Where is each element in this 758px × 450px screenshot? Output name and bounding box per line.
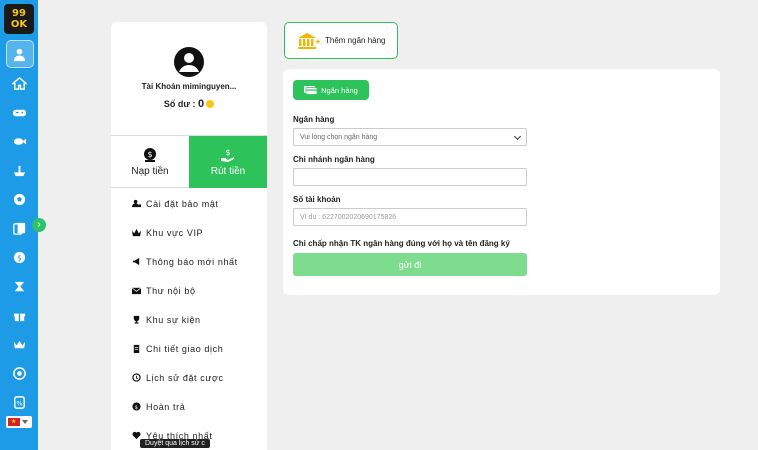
vip-icon[interactable] (0, 332, 38, 356)
account-number-input[interactable]: Ví dụ : 6227002020690175826 (293, 208, 527, 226)
deposit-icon: $ (144, 148, 156, 162)
menu-item-bet-history[interactable]: Lịch sử đặt cược (111, 363, 267, 392)
bank-add-icon (298, 32, 320, 49)
coin-icon (206, 100, 215, 108)
branch-label: Chi nhánh ngân hàng (293, 155, 375, 164)
clipboard-icon (133, 344, 140, 353)
trophy-icon (133, 315, 140, 324)
menu-item-transactions[interactable]: Chi tiết giao dịch (111, 334, 267, 363)
language-selector[interactable] (6, 416, 32, 428)
menu-label: Hoàn trả (146, 401, 186, 412)
balance-value: 0 (197, 98, 205, 110)
menu-item-events[interactable]: Khu sự kiện (111, 305, 267, 334)
gamepad-icon[interactable] (0, 100, 38, 124)
chevron-down-icon (22, 420, 28, 424)
chevron-down-icon (513, 132, 522, 141)
expand-sidebar-button[interactable]: › (32, 218, 46, 232)
bank-card-icon (304, 86, 318, 95)
tooltip: Duyệt qua lịch sử c (140, 439, 210, 448)
account-name: Tài Khoản miminguyen... (141, 82, 237, 91)
menu-item-vip[interactable]: Khu vực VIP (111, 218, 267, 247)
crown-icon (132, 228, 141, 237)
soccer-icon[interactable] (0, 187, 38, 211)
user-lock-icon (132, 199, 141, 208)
menu-label: Chi tiết giao dịch (146, 343, 224, 354)
brand-logo[interactable]: 99 OK (4, 4, 34, 34)
bank-tab-chip-label: Ngân hàng (321, 85, 358, 95)
svg-text:$: $ (147, 150, 152, 159)
support-icon[interactable] (0, 361, 38, 385)
withdraw-icon: $ (221, 148, 234, 162)
submit-button[interactable]: gửi đi (293, 253, 527, 276)
account-number-label: Số tài khoản (293, 195, 341, 204)
vietnam-flag-icon (8, 418, 20, 426)
add-bank-button[interactable]: Thêm ngân hàng (284, 22, 398, 59)
bank-label: Ngân hàng (293, 115, 335, 124)
home-icon[interactable] (0, 71, 38, 95)
menu-label: Thông báo mới nhất (146, 256, 238, 267)
boat-icon[interactable] (0, 158, 38, 182)
user-icon[interactable] (0, 40, 38, 68)
menu-label: Khu sự kiện (146, 314, 201, 325)
svg-text:$: $ (225, 148, 230, 157)
tab-deposit-label: Nạp tiền (131, 166, 169, 177)
menu-item-notifications[interactable]: Thông báo mới nhất (111, 247, 267, 276)
name-match-note: Chỉ chấp nhận TK ngân hàng đúng với họ v… (293, 239, 510, 248)
promo-icon[interactable]: % (0, 390, 38, 414)
coin-icon[interactable]: $ (0, 245, 38, 269)
svg-text:$: $ (135, 405, 139, 411)
tab-withdraw-label: Rút tiền (210, 166, 246, 177)
branch-input[interactable] (293, 168, 527, 186)
fish-icon[interactable] (0, 129, 38, 153)
avatar (174, 47, 204, 77)
add-bank-label: Thêm ngân hàng (325, 36, 386, 45)
bank-select[interactable]: Vui lòng chọn ngân hàng (293, 128, 527, 146)
menu-label: Lịch sử đặt cược (146, 372, 224, 383)
menu-label: Khu vực VIP (146, 227, 204, 238)
menu-item-refund[interactable]: $ Hoàn trả (111, 392, 267, 421)
bank-tab-chip[interactable]: Ngân hàng (293, 80, 369, 100)
balance: Số dư : 0 (111, 98, 267, 110)
tab-withdraw[interactable]: $ Rút tiền (189, 136, 267, 188)
account-panel: Tài Khoản miminguyen... Số dư : 0 $ Nạp … (111, 22, 267, 450)
tab-deposit[interactable]: $ Nạp tiền (111, 136, 189, 188)
withdraw-form-panel: Ngân hàng Ngân hàng Vui lòng chọn ngân h… (283, 69, 720, 295)
wallet-tabs: $ Nạp tiền $ Rút tiền (111, 135, 267, 188)
bank-select-value: Vui lòng chọn ngân hàng (300, 133, 378, 141)
menu-item-security[interactable]: Cài đặt bảo mật (111, 189, 267, 218)
envelope-icon (132, 287, 141, 295)
megaphone-icon (132, 257, 140, 266)
menu-label: Cài đặt bảo mật (146, 198, 219, 209)
lottery-icon[interactable] (0, 274, 38, 298)
svg-text:$: $ (17, 253, 22, 262)
account-menu: Cài đặt bảo mật Khu vực VIP Thông báo mớ… (111, 189, 267, 450)
gift-icon[interactable] (0, 303, 38, 327)
refund-icon: $ (132, 402, 141, 411)
menu-item-inbox[interactable]: Thư nội bộ (111, 276, 267, 305)
balance-label: Số dư : (163, 99, 196, 109)
menu-label: Thư nội bộ (146, 285, 196, 296)
history-icon (132, 373, 141, 382)
svg-text:%: % (16, 399, 22, 407)
